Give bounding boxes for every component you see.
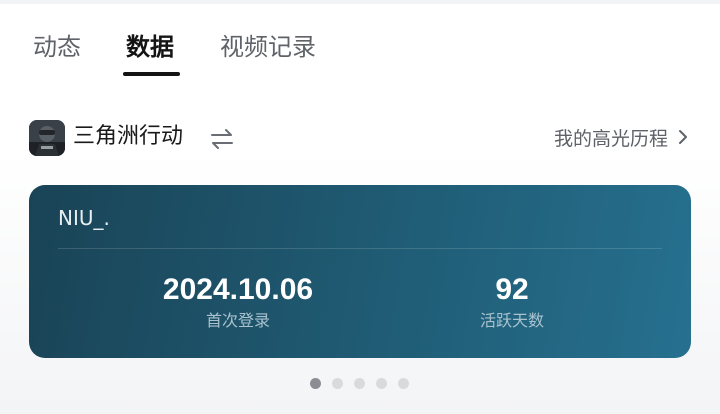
first-login-stat: 2024.10.06 首次登录 <box>108 270 368 332</box>
pager-dot[interactable] <box>332 378 343 389</box>
highlights-link[interactable]: 我的高光历程 <box>554 121 690 153</box>
tab-video-records[interactable]: 视频记录 <box>220 30 316 64</box>
highlights-link-label: 我的高光历程 <box>553 127 668 150</box>
active-tab-indicator <box>123 72 180 76</box>
active-days-value: 92 <box>495 273 529 306</box>
chevron-right-icon <box>676 128 690 146</box>
first-login-value: 2024.10.06 <box>162 273 314 306</box>
player-stats-card[interactable]: NIU_. 2024.10.06 首次登录 92 活跃天数 <box>29 185 691 358</box>
game-title: 三角洲行动 <box>73 124 184 149</box>
pager-dot[interactable] <box>398 378 409 389</box>
carousel-pager <box>310 378 409 390</box>
game-avatar-icon[interactable] <box>29 120 65 156</box>
swap-arrows-icon[interactable] <box>208 127 236 151</box>
first-login-label: 首次登录 <box>205 311 270 330</box>
pager-dot[interactable] <box>310 378 321 389</box>
tab-data[interactable]: 数据 <box>126 30 174 64</box>
pager-dot[interactable] <box>354 378 365 389</box>
card-divider <box>58 248 662 249</box>
tab-bar: 动态 数据 视频记录 <box>0 0 720 92</box>
tab-activity[interactable]: 动态 <box>33 30 81 64</box>
active-days-label: 活跃天数 <box>479 311 544 330</box>
game-header: 三角洲行动 我的高光历程 <box>0 115 720 159</box>
active-days-stat: 92 活跃天数 <box>382 270 642 332</box>
pager-dot[interactable] <box>376 378 387 389</box>
player-name: NIU_. <box>58 206 110 230</box>
